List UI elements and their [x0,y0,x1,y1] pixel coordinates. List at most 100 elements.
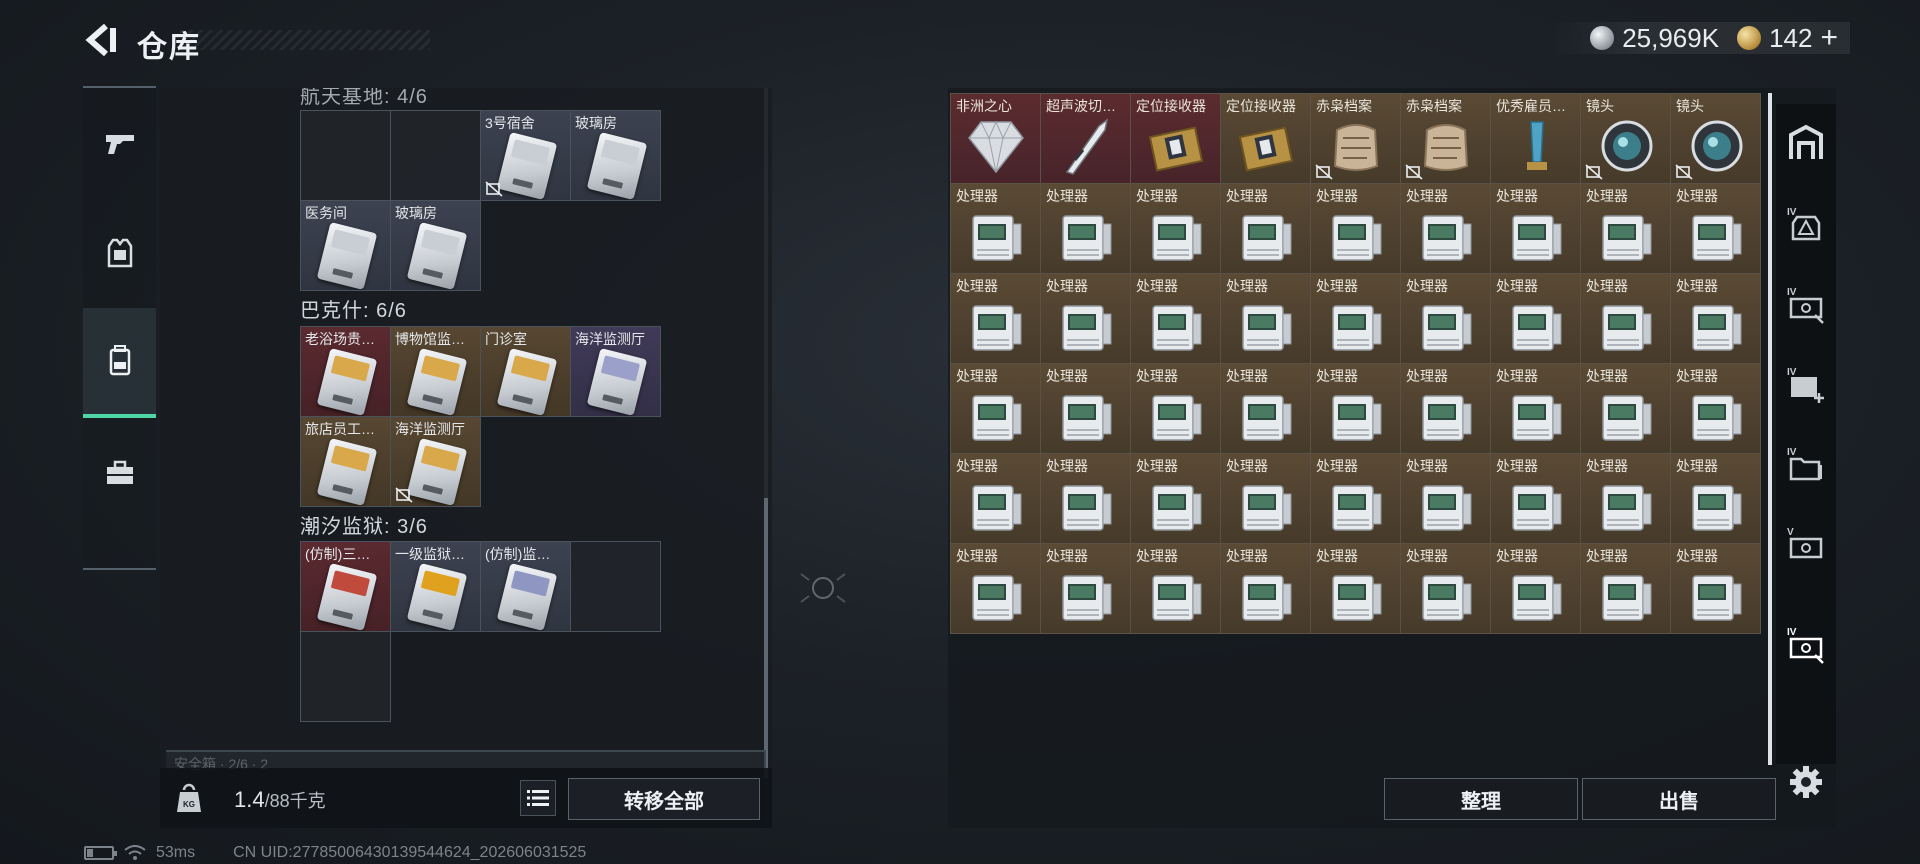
processor-item[interactable]: 处理器 [1581,454,1671,544]
processor-item[interactable]: 处理器 [1041,184,1131,274]
processor-item[interactable]: 处理器 [1221,544,1311,634]
key-card-slot[interactable]: 海洋监测厅 [391,417,481,507]
stash-panel[interactable]: 航天基地: 4/6 3号宿舍 玻璃房 医务间 玻璃房 巴克什: 6/6 老浴场贵… [160,88,772,828]
processor-item[interactable]: 处理器 [1221,274,1311,364]
tab-tier4-case[interactable]: IV [1776,264,1836,344]
key-card-slot[interactable]: 玻璃房 [571,111,661,201]
nav-toolbox[interactable] [83,418,156,528]
processor-item[interactable]: 处理器 [1671,454,1761,544]
processor-item[interactable]: 处理器 [1671,544,1761,634]
tab-tier5-case[interactable]: V [1776,504,1836,584]
list-view-button[interactable] [520,780,556,816]
processor-icon [1692,215,1742,261]
gold-currency[interactable]: 142 + [1737,23,1838,54]
tab-tier4-case-selected[interactable]: IV [1776,604,1836,684]
loot-item[interactable]: 赤枭档案 [1311,94,1401,184]
key-card-slot[interactable]: (仿制)监… [481,542,571,632]
settings-gear-icon[interactable] [1788,764,1824,800]
loot-item[interactable]: 优秀雇员… [1491,94,1581,184]
nav-armor[interactable] [83,198,156,308]
loot-item[interactable]: 镜头 [1671,94,1761,184]
empty-slot[interactable] [301,111,391,201]
processor-item[interactable]: 处理器 [1041,544,1131,634]
processor-item[interactable]: 处理器 [1041,454,1131,544]
key-card-slot[interactable]: 海洋监测厅 [571,327,661,417]
loot-item[interactable]: 超声波切… [1041,94,1131,184]
processor-item[interactable]: 处理器 [1311,454,1401,544]
processor-item[interactable]: 处理器 [951,364,1041,454]
processor-icon [1512,485,1562,531]
processor-item[interactable]: 处理器 [1491,184,1581,274]
processor-item[interactable]: 处理器 [1221,184,1311,274]
processor-item[interactable]: 处理器 [1401,454,1491,544]
sell-button[interactable]: 出售 [1582,778,1776,820]
processor-item[interactable]: 处理器 [1131,184,1221,274]
back-button[interactable] [80,20,120,60]
processor-item[interactable]: 处理器 [1221,454,1311,544]
processor-item[interactable]: 处理器 [1491,454,1581,544]
container-scrollbar[interactable] [1768,93,1772,765]
processor-item[interactable]: 处理器 [1491,544,1581,634]
add-gold-button[interactable]: + [1820,23,1838,53]
key-card-slot[interactable]: 一级监狱… [391,542,481,632]
empty-slot[interactable] [391,111,481,201]
processor-item[interactable]: 处理器 [951,274,1041,364]
tab-safehouse[interactable] [1776,104,1836,184]
processor-item[interactable]: 处理器 [1131,544,1221,634]
processor-item[interactable]: 处理器 [1581,274,1671,364]
loot-item[interactable]: 镜头 [1581,94,1671,184]
tab-tier4-armor[interactable]: IV [1776,184,1836,264]
sort-button[interactable]: 整理 [1384,778,1578,820]
stash-scroll-thumb[interactable] [764,498,768,778]
processor-item[interactable]: 处理器 [1131,274,1221,364]
processor-item[interactable]: 处理器 [1041,274,1131,364]
processor-item[interactable]: 处理器 [1401,364,1491,454]
empty-slot[interactable] [571,542,661,632]
processor-item[interactable]: 处理器 [1491,364,1581,454]
loot-item[interactable]: 赤枭档案 [1401,94,1491,184]
processor-item[interactable]: 处理器 [1671,364,1761,454]
loot-item[interactable]: 定位接收器 [1131,94,1221,184]
key-card-slot[interactable]: 玻璃房 [391,201,481,291]
processor-item[interactable]: 处理器 [1131,364,1221,454]
processor-item[interactable]: 处理器 [1311,364,1401,454]
group-label-tidal-prison: 潮汐监狱: 3/6 [300,516,428,538]
nav-backpack[interactable] [83,308,156,418]
key-card-icon [316,222,378,290]
loot-item[interactable]: 非洲之心 [951,94,1041,184]
key-card-slot[interactable]: 医务间 [301,201,391,291]
processor-item[interactable]: 处理器 [951,184,1041,274]
processor-item[interactable]: 处理器 [1311,274,1401,364]
armor-icon [107,238,132,268]
loot-item[interactable]: 定位接收器 [1221,94,1311,184]
processor-item[interactable]: 处理器 [1581,184,1671,274]
processor-item[interactable]: 处理器 [1491,274,1581,364]
processor-item[interactable]: 处理器 [951,544,1041,634]
silver-currency: 25,969K [1590,23,1719,54]
processor-item[interactable]: 处理器 [1401,184,1491,274]
nav-weapons[interactable] [83,88,156,198]
processor-item[interactable]: 处理器 [1671,184,1761,274]
processor-item[interactable]: 处理器 [1311,184,1401,274]
processor-item[interactable]: 处理器 [951,454,1041,544]
key-card-slot[interactable]: 门诊室 [481,327,571,417]
processor-item[interactable]: 处理器 [1401,544,1491,634]
processor-item[interactable]: 处理器 [1581,364,1671,454]
key-card-slot[interactable]: 博物馆监… [391,327,481,417]
empty-slot[interactable] [301,632,391,722]
processor-item[interactable]: 处理器 [1581,544,1671,634]
processor-item[interactable]: 处理器 [1671,274,1761,364]
key-card-slot[interactable]: 老浴场贵… [301,327,391,417]
processor-item[interactable]: 处理器 [1041,364,1131,454]
processor-item[interactable]: 处理器 [1401,274,1491,364]
key-card-slot[interactable]: (仿制)三… [301,542,391,632]
processor-item[interactable]: 处理器 [1221,364,1311,454]
processor-icon [1692,575,1742,621]
transfer-all-button[interactable]: 转移全部 [568,778,760,820]
key-card-slot[interactable]: 3号宿舍 [481,111,571,201]
processor-item[interactable]: 处理器 [1131,454,1221,544]
tab-tier4-folder[interactable]: IV [1776,424,1836,504]
processor-item[interactable]: 处理器 [1311,544,1401,634]
key-card-slot[interactable]: 旅店员工… [301,417,391,507]
tab-tier4-case-add[interactable]: IV [1776,344,1836,424]
